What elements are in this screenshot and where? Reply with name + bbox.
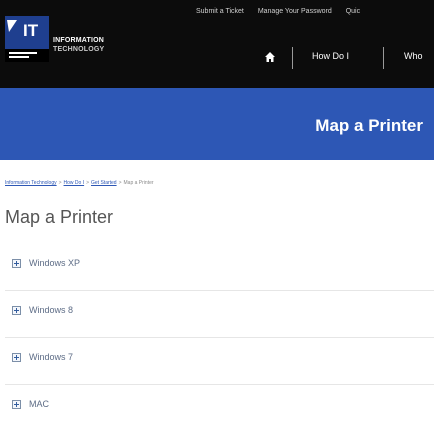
accordion-item-windows-7[interactable]: Windows 7 [5,338,434,385]
accordion-item-windows-xp[interactable]: Windows XP [5,244,434,291]
breadcrumb-separator: > [58,180,62,186]
nav-separator [292,47,293,69]
accordion-item-windows-8[interactable]: Windows 8 [5,291,434,338]
banner-title: Map a Printer [315,116,423,135]
os-accordion-list: Windows XP Windows 8 Windows 7 MAC [5,244,434,431]
accordion-label[interactable]: Windows XP [29,258,80,268]
accordion-label[interactable]: Windows 8 [29,305,73,315]
breadcrumb-separator: > [86,180,90,186]
expand-plus-icon[interactable] [12,400,21,409]
breadcrumb-link-information-technology[interactable]: Information Technology [5,180,57,186]
accordion-label[interactable]: Windows 7 [29,352,73,362]
logo-badge: IT [23,21,39,40]
manage-password-link[interactable]: Manage Your Password [258,8,332,15]
logo-line-1: INFORMATION [53,37,105,44]
logo-wordmark: INFORMATION TECHNOLOGY [53,36,104,54]
breadcrumb-separator: > [118,180,122,186]
umass-it-logo[interactable]: IT [5,16,49,62]
home-icon[interactable] [264,51,276,63]
breadcrumb-link-how-do-i[interactable]: How Do I [64,180,85,186]
accordion-item-mac[interactable]: MAC [5,385,434,431]
expand-plus-icon[interactable] [12,306,21,315]
expand-plus-icon[interactable] [12,259,21,268]
quick-link[interactable]: Quic [346,8,360,15]
logo-line-2: TECHNOLOGY [53,46,105,53]
nav-item-who[interactable]: Who [404,51,423,61]
expand-plus-icon[interactable] [12,353,21,362]
nav-item-how-do-i[interactable]: How Do I [312,51,349,61]
utility-links: Submit a Ticket Manage Your Password Qui… [196,8,434,15]
accordion-label[interactable]: MAC [29,399,49,409]
breadcrumb: Information Technology > How Do I > Get Star… [5,180,154,186]
site-header: IT INFORMATION TECHNOLOGY Submit a Ticke… [0,0,434,88]
page-banner: Map a Printer [0,88,434,160]
page-title: Map a Printer [5,207,114,227]
breadcrumb-link-get-started[interactable]: Get Started [91,180,117,186]
submit-ticket-link[interactable]: Submit a Ticket [196,8,244,15]
breadcrumb-current: Map a Printer [123,180,154,186]
nav-separator [383,47,384,69]
